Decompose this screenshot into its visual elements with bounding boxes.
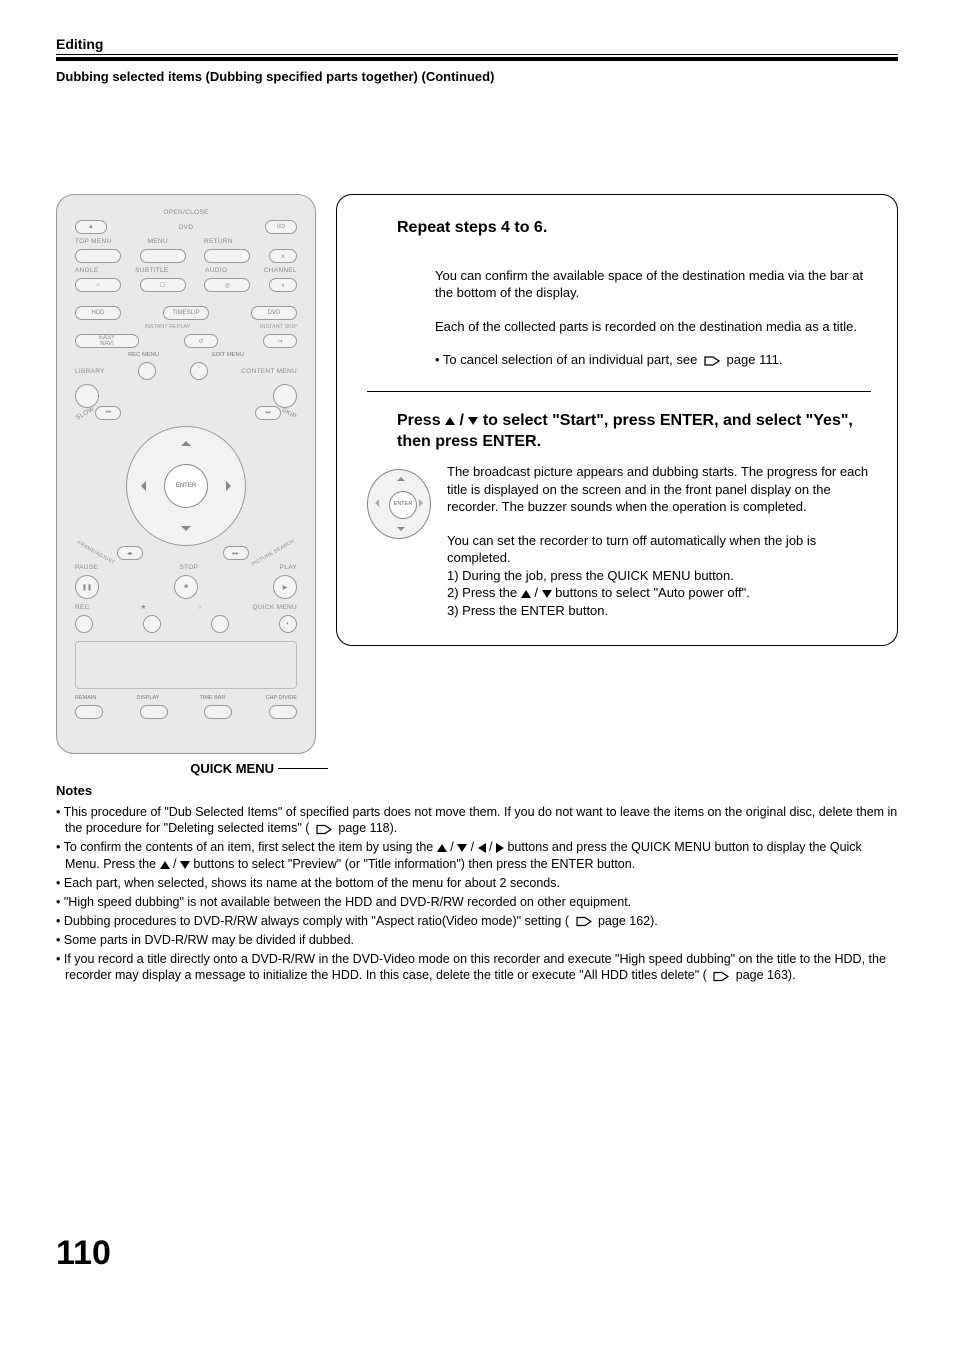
step-7-p1: You can confirm the available space of t… xyxy=(435,267,871,302)
note-6: Some parts in DVD-R/RW may be divided if… xyxy=(56,932,898,949)
notes-heading: Notes xyxy=(56,782,898,800)
step-8-title: Press / to select "Start", press ENTER, … xyxy=(397,410,871,453)
step-7-bullet: • To cancel selection of an individual p… xyxy=(435,351,871,369)
down-icon xyxy=(180,861,190,869)
page-ref-icon xyxy=(576,916,592,927)
remote-illustration: OPEN/CLOSE ▲ DVD I/⏻ TOP MENU MENU RETUR… xyxy=(56,194,316,754)
down-icon xyxy=(542,590,552,598)
page-ref-icon xyxy=(704,355,720,367)
header-rule xyxy=(56,57,898,61)
section-heading: Editing xyxy=(56,36,898,55)
step-7-title: Repeat steps 4 to 6. xyxy=(397,217,871,239)
note-7: If you record a title directly onto a DV… xyxy=(56,951,898,985)
step-7-p2: Each of the collected parts is recorded … xyxy=(435,318,871,336)
down-icon xyxy=(468,417,478,425)
note-1: This procedure of "Dub Selected Items" o… xyxy=(56,804,898,838)
step-8-p2: You can set the recorder to turn off aut… xyxy=(447,532,871,567)
dpad-large: ENTER xyxy=(126,426,246,546)
page-ref-icon xyxy=(713,971,729,982)
steps-panel: Repeat steps 4 to 6. You can confirm the… xyxy=(336,194,898,646)
separator xyxy=(367,391,871,392)
step-8-l2: 2) Press the / buttons to select "Auto p… xyxy=(447,584,871,602)
down-icon xyxy=(457,844,467,852)
step-8-l1: 1) During the job, press the QUICK MENU … xyxy=(447,567,871,585)
up-icon xyxy=(445,417,455,425)
right-icon xyxy=(496,843,504,853)
quick-menu-callout: QUICK MENU xyxy=(190,761,328,776)
page-number: 110 xyxy=(56,1234,898,1273)
note-4: "High speed dubbing" is not available be… xyxy=(56,894,898,911)
step-8-l3: 3) Press the ENTER button. xyxy=(447,602,871,620)
subsection-heading: Dubbing selected items (Dubbing specifie… xyxy=(56,69,898,84)
notes-section: Notes This procedure of "Dub Selected It… xyxy=(56,782,898,984)
step-8-p1: The broadcast picture appears and dubbin… xyxy=(447,463,871,516)
dpad-small: ENTER xyxy=(363,465,435,543)
up-icon xyxy=(521,590,531,598)
note-5: Dubbing procedures to DVD-R/RW always co… xyxy=(56,913,898,930)
left-icon xyxy=(478,843,486,853)
up-icon xyxy=(160,861,170,869)
note-2: To confirm the contents of an item, firs… xyxy=(56,839,898,873)
up-icon xyxy=(437,844,447,852)
note-3: Each part, when selected, shows its name… xyxy=(56,875,898,892)
quick-menu-button: ◐ xyxy=(279,615,297,633)
page-ref-icon xyxy=(316,824,332,835)
